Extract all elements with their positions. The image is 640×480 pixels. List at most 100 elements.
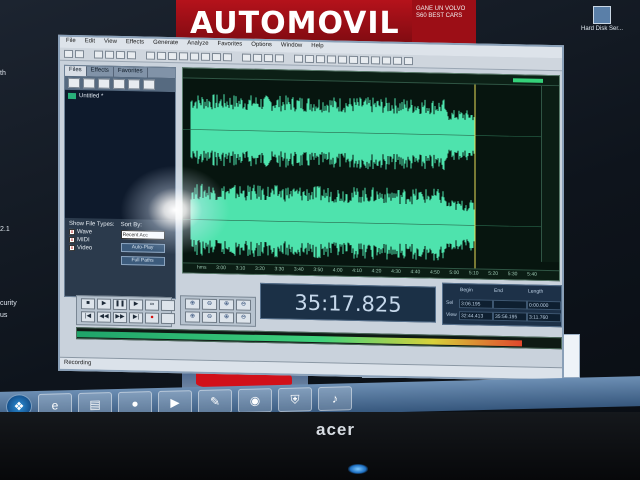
close-file-icon[interactable] <box>98 78 110 89</box>
open-file-icon[interactable] <box>68 77 80 89</box>
type-video-row[interactable]: x Video <box>69 244 115 252</box>
shield-taskbar-icon[interactable]: ⛨ <box>278 387 312 413</box>
menu-generate[interactable]: Generate <box>153 40 178 50</box>
toolbar-button[interactable] <box>242 53 251 62</box>
toolbar-button[interactable] <box>190 52 199 61</box>
selection-row-label: View <box>446 312 457 319</box>
menu-file[interactable]: File <box>66 38 76 47</box>
desktop-shortcut[interactable]: Hard Disk Ser... <box>580 6 624 32</box>
menu-effects[interactable]: Effects <box>126 39 144 48</box>
selection-value-field[interactable] <box>493 299 527 310</box>
record-button[interactable]: ● <box>145 312 159 324</box>
transport-button[interactable]: |◀ <box>81 311 95 323</box>
transport-button[interactable]: ▶▶ <box>113 311 127 324</box>
toolbar-button[interactable] <box>349 55 358 64</box>
selection-value-field[interactable]: 32:44.413 <box>459 311 493 322</box>
menu-window[interactable]: Window <box>281 42 302 51</box>
transport-button[interactable]: ▶ <box>129 299 143 311</box>
menu-help[interactable]: Help <box>311 43 323 52</box>
toolbar-button[interactable] <box>382 56 391 65</box>
toolbar-button[interactable] <box>327 55 336 64</box>
transport-button[interactable]: ◀◀ <box>97 311 111 323</box>
app-taskbar-icon[interactable]: ◉ <box>238 388 272 414</box>
zoom-in-button[interactable]: ⊕ <box>219 299 234 311</box>
desktop-text-fragment: us <box>0 312 8 319</box>
toolbar-button[interactable] <box>116 50 125 60</box>
toolbar-button[interactable] <box>75 50 84 59</box>
toolbar-button[interactable] <box>94 50 103 59</box>
toolbar-button[interactable] <box>168 52 177 61</box>
full-paths-button[interactable]: Full Paths <box>120 256 165 266</box>
selection-value-field[interactable]: 35:56.195 <box>493 312 527 322</box>
tab-favorites[interactable]: Favorites <box>113 66 148 78</box>
transport-button[interactable]: ▶ <box>97 298 111 310</box>
time-tick-label: 3:30 <box>274 266 285 273</box>
selection-value-field[interactable]: 3:11.760 <box>527 312 561 323</box>
toolbar-button[interactable] <box>305 54 314 64</box>
sort-by-dropdown[interactable]: Recent Acc <box>120 230 165 240</box>
tools-taskbar-icon[interactable]: ✎ <box>198 389 232 414</box>
toolbar-button[interactable] <box>360 56 369 65</box>
tab-files[interactable]: Files <box>65 65 87 77</box>
toolbar-button[interactable] <box>264 54 273 63</box>
transport-button[interactable]: ❚❚ <box>113 298 127 311</box>
toolbar-button[interactable] <box>223 53 232 62</box>
selection-value-field[interactable]: 3:06.195 <box>459 298 493 309</box>
time-tick-label: 3:50 <box>313 267 324 274</box>
edit-icon[interactable] <box>113 78 125 90</box>
toolbar-button[interactable] <box>404 56 413 66</box>
audio-editor-taskbar-icon[interactable]: ♪ <box>318 386 352 412</box>
toolbar-button[interactable] <box>275 54 284 63</box>
zoom-out-button[interactable]: ⊖ <box>236 312 251 324</box>
menu-options[interactable]: Options <box>251 42 272 51</box>
time-display: 35:17.825 <box>260 282 436 323</box>
time-tick-label: 4:00 <box>332 267 343 274</box>
type-wave-row[interactable]: x Wave <box>69 228 115 236</box>
zoom-out-button[interactable]: ⊖ <box>202 311 217 324</box>
tab-effects[interactable]: Effects <box>86 66 114 77</box>
zoom-in-button[interactable]: ⊕ <box>185 311 200 323</box>
time-tick-label: 4:40 <box>410 269 421 276</box>
toolbar-button[interactable] <box>105 50 114 59</box>
toolbar-button[interactable] <box>127 51 136 60</box>
menu-view[interactable]: View <box>104 39 117 48</box>
file-item[interactable]: Untitled * <box>68 92 172 101</box>
audio-editor-window[interactable]: File Edit View Effects Generate Analyze … <box>58 34 564 382</box>
time-tick-label: hms <box>197 264 207 271</box>
toolbar-button[interactable] <box>64 49 73 59</box>
waveform-display[interactable]: hms 3:00 3:10 3:20 3:30 3:40 3:50 4:00 4:10 4:20 4… <box>182 67 560 282</box>
toolbar-button[interactable] <box>201 52 210 61</box>
zoom-out-button[interactable]: ⊖ <box>202 298 217 311</box>
type-video-checkbox[interactable]: x <box>69 244 75 252</box>
insert-icon[interactable] <box>128 79 140 90</box>
transport-button[interactable] <box>161 299 175 312</box>
import-icon[interactable] <box>83 78 95 89</box>
zoom-in-button[interactable]: ⊕ <box>185 298 200 310</box>
type-wave-checkbox[interactable]: x <box>69 228 75 236</box>
toolbar-button[interactable] <box>393 56 402 65</box>
toolbar-button[interactable] <box>146 51 155 60</box>
help-icon[interactable] <box>143 79 155 90</box>
menu-analyze[interactable]: Analyze <box>187 40 208 49</box>
type-midi-row[interactable]: x MIDI <box>69 236 115 244</box>
toolbar-button[interactable] <box>371 56 380 65</box>
toolbar-button[interactable] <box>179 52 188 61</box>
overview-range[interactable] <box>513 78 543 83</box>
transport-button[interactable]: ∞ <box>145 299 159 311</box>
zoom-in-button[interactable]: ⊕ <box>219 312 234 324</box>
type-midi-checkbox[interactable]: x <box>69 236 75 244</box>
toolbar-button[interactable] <box>338 55 347 64</box>
toolbar-button[interactable] <box>253 53 262 62</box>
auto-play-button[interactable]: Auto-Play <box>120 243 165 253</box>
menu-favorites[interactable]: Favorites <box>218 41 243 51</box>
toolbar-button[interactable] <box>212 52 221 62</box>
toolbar-button[interactable] <box>316 55 325 64</box>
transport-button[interactable]: ■ <box>81 298 95 310</box>
toolbar-button[interactable] <box>157 51 166 60</box>
menu-edit[interactable]: Edit <box>85 38 95 47</box>
transport-button[interactable]: ▶| <box>129 312 143 324</box>
toolbar-button[interactable] <box>294 54 303 63</box>
selection-value-field[interactable]: 0:00.000 <box>527 300 561 310</box>
zoom-out-button[interactable]: ⊖ <box>236 299 251 311</box>
transport-button[interactable] <box>161 312 175 325</box>
